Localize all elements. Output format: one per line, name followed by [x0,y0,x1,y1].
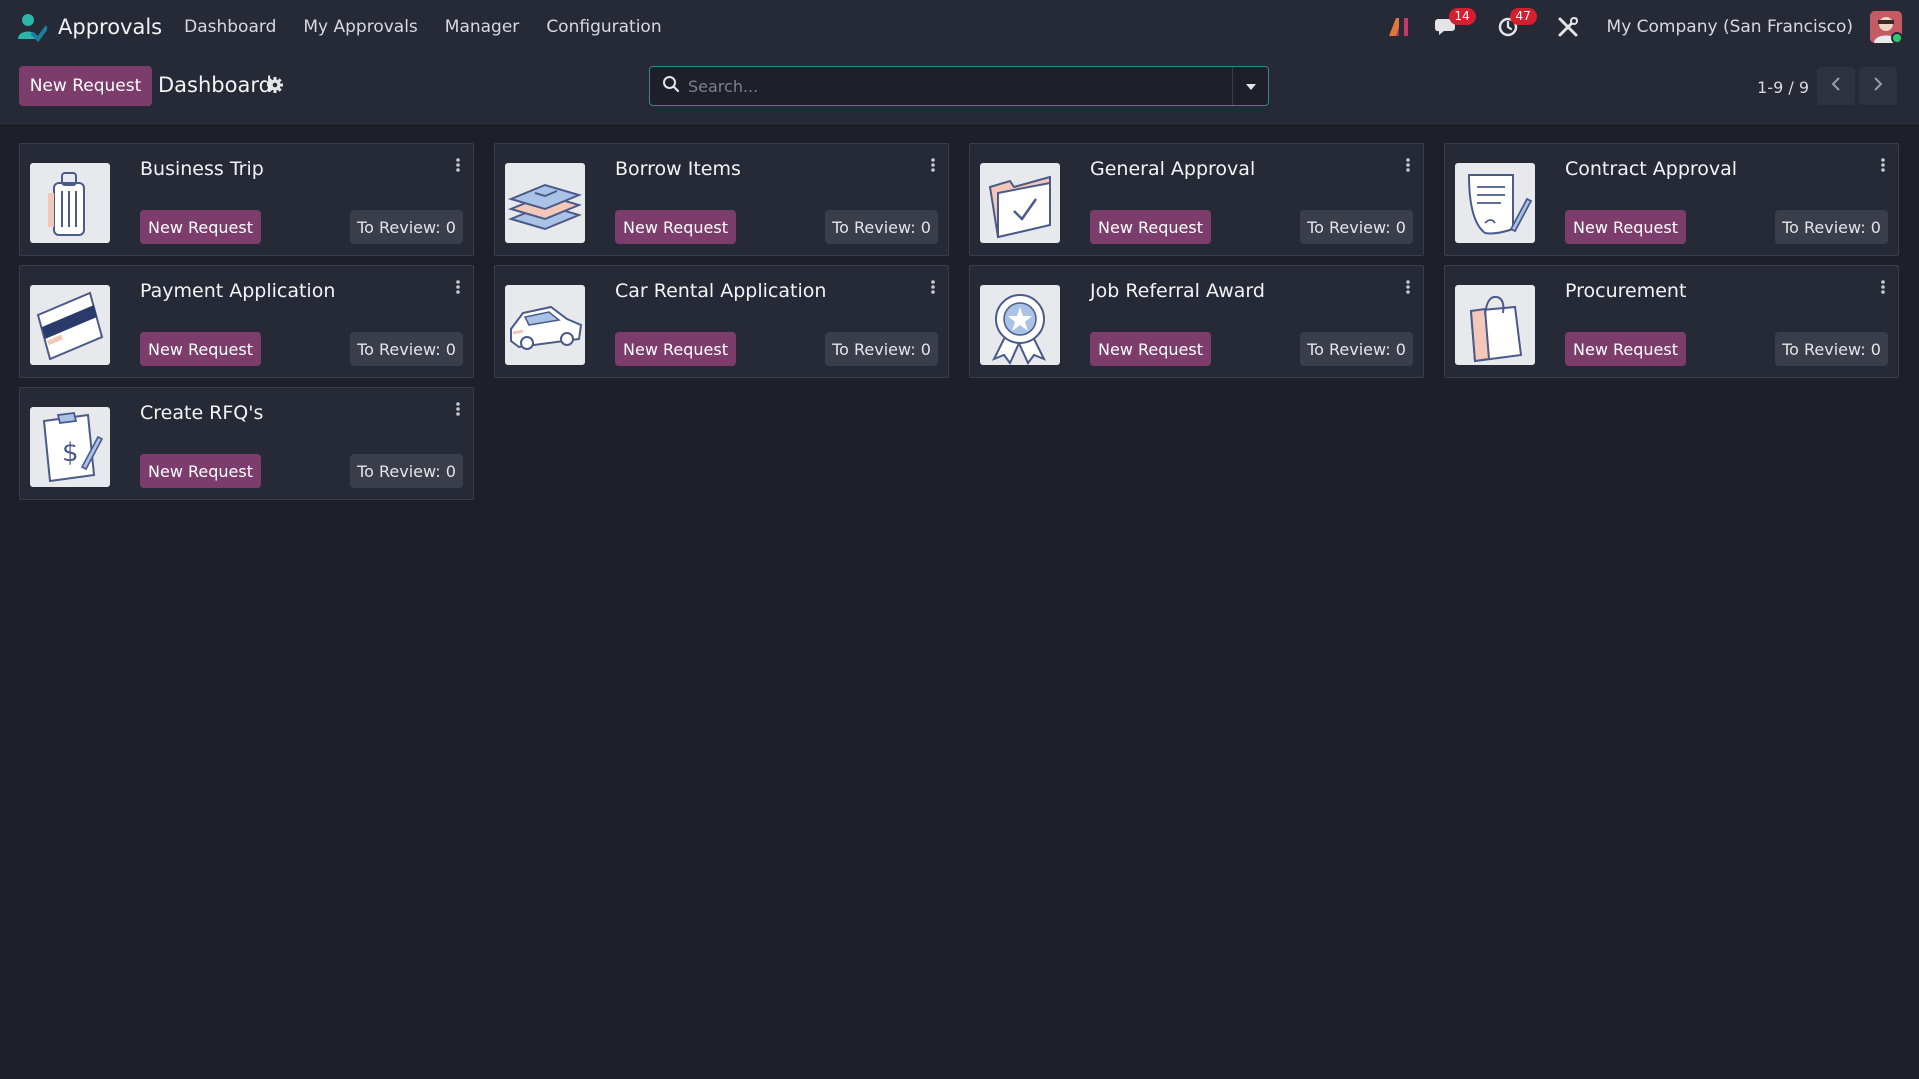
activities-count-badge: 47 [1509,8,1537,25]
luggage-icon [30,163,110,243]
approvals-logo-icon [17,12,48,43]
menu-my-approvals[interactable]: My Approvals [303,17,417,37]
approval-card-payment-application: Payment Application New Request To Revie… [19,265,474,378]
search-icon [662,75,680,98]
approval-card-procurement: Procurement New Request To Review: 0 [1444,265,1899,378]
contract-icon [1455,163,1535,243]
pager-previous-button[interactable] [1817,67,1855,105]
menu-configuration[interactable]: Configuration [546,17,661,37]
svg-text:$: $ [62,438,79,468]
card-title[interactable]: Payment Application [140,280,335,302]
chevron-right-icon [1873,76,1883,97]
search-bar [649,66,1269,106]
new-request-button[interactable]: New Request [19,66,152,106]
main-menu: Dashboard My Approvals Manager Configura… [184,17,688,37]
messages-count-badge: 14 [1448,8,1476,25]
menu-dashboard[interactable]: Dashboard [184,17,276,37]
kebab-menu-icon[interactable] [453,278,463,298]
card-title[interactable]: General Approval [1090,158,1255,180]
to-review-button[interactable]: To Review: 0 [1775,332,1888,366]
company-switcher[interactable]: My Company (San Francisco) [1607,17,1853,37]
kebab-menu-icon[interactable] [1878,156,1888,176]
card-new-request-button[interactable]: New Request [1090,210,1211,244]
activity-clock-icon[interactable]: 47 [1495,8,1537,40]
card-new-request-button[interactable]: New Request [615,210,736,244]
to-review-button[interactable]: To Review: 0 [825,210,938,244]
card-title[interactable]: Borrow Items [615,158,741,180]
messages-icon[interactable]: 14 [1434,8,1476,40]
kebab-menu-icon[interactable] [928,156,938,176]
card-new-request-button[interactable]: New Request [140,332,261,366]
control-panel: New Request Dashboard 1-9 / [0,54,1919,126]
systray: 14 47 My Company (San Francisco) [1386,0,1919,54]
to-review-button[interactable]: To Review: 0 [350,454,463,488]
pager-value[interactable]: 1-9 / 9 [1757,78,1809,97]
to-review-button[interactable]: To Review: 0 [1300,332,1413,366]
to-review-button[interactable]: To Review: 0 [350,210,463,244]
kebab-menu-icon[interactable] [1403,156,1413,176]
menu-manager[interactable]: Manager [445,17,520,37]
page-title: Dashboard [158,73,272,97]
pager-next-button[interactable] [1859,67,1897,105]
kebab-menu-icon[interactable] [1403,278,1413,298]
card-title[interactable]: Business Trip [140,158,264,180]
card-title[interactable]: Job Referral Award [1090,280,1265,302]
card-title[interactable]: Procurement [1565,280,1686,302]
chevron-left-icon [1831,76,1841,97]
tools-icon[interactable] [1555,14,1581,40]
caret-down-icon [1245,76,1257,96]
online-status-indicator [1891,32,1902,43]
card-title[interactable]: Contract Approval [1565,158,1737,180]
card-new-request-button[interactable]: New Request [140,454,261,488]
approval-card-contract-approval: Contract Approval New Request To Review:… [1444,143,1899,256]
approval-card-business-trip: Business Trip New Request To Review: 0 [19,143,474,256]
to-review-button[interactable]: To Review: 0 [1300,210,1413,244]
to-review-button[interactable]: To Review: 0 [1775,210,1888,244]
top-navbar: Approvals Dashboard My Approvals Manager… [0,0,1919,54]
approval-card-create-rfqs: $ Create RFQ's New Request To Review: 0 [19,387,474,500]
approval-card-job-referral-award: Job Referral Award New Request To Review… [969,265,1424,378]
card-title[interactable]: Create RFQ's [140,402,263,424]
credit-card-icon [30,285,110,365]
ai-icon[interactable] [1386,14,1412,40]
approval-card-general-approval: General Approval New Request To Review: … [969,143,1424,256]
to-review-button[interactable]: To Review: 0 [350,332,463,366]
search-input[interactable] [688,68,1232,104]
folder-check-icon [980,163,1060,243]
kebab-menu-icon[interactable] [928,278,938,298]
books-icon [505,163,585,243]
car-icon [505,285,585,365]
app-name: Approvals [58,15,163,39]
card-title[interactable]: Car Rental Application [615,280,826,302]
app-brand[interactable]: Approvals [17,12,163,43]
card-new-request-button[interactable]: New Request [1090,332,1211,366]
clipboard-dollar-icon: $ [30,407,110,487]
shopping-bag-icon [1455,285,1535,365]
card-new-request-button[interactable]: New Request [1565,332,1686,366]
kebab-menu-icon[interactable] [453,156,463,176]
approval-card-borrow-items: Borrow Items New Request To Review: 0 [494,143,949,256]
kebab-menu-icon[interactable] [453,400,463,420]
card-new-request-button[interactable]: New Request [1565,210,1686,244]
gear-icon[interactable] [266,76,284,99]
card-new-request-button[interactable]: New Request [615,332,736,366]
user-avatar[interactable] [1870,11,1902,43]
card-new-request-button[interactable]: New Request [140,210,261,244]
search-options-toggle[interactable] [1232,67,1268,105]
award-ribbon-icon [980,285,1060,365]
kebab-menu-icon[interactable] [1878,278,1888,298]
to-review-button[interactable]: To Review: 0 [825,332,938,366]
approval-card-car-rental-application: Car Rental Application New Request To Re… [494,265,949,378]
